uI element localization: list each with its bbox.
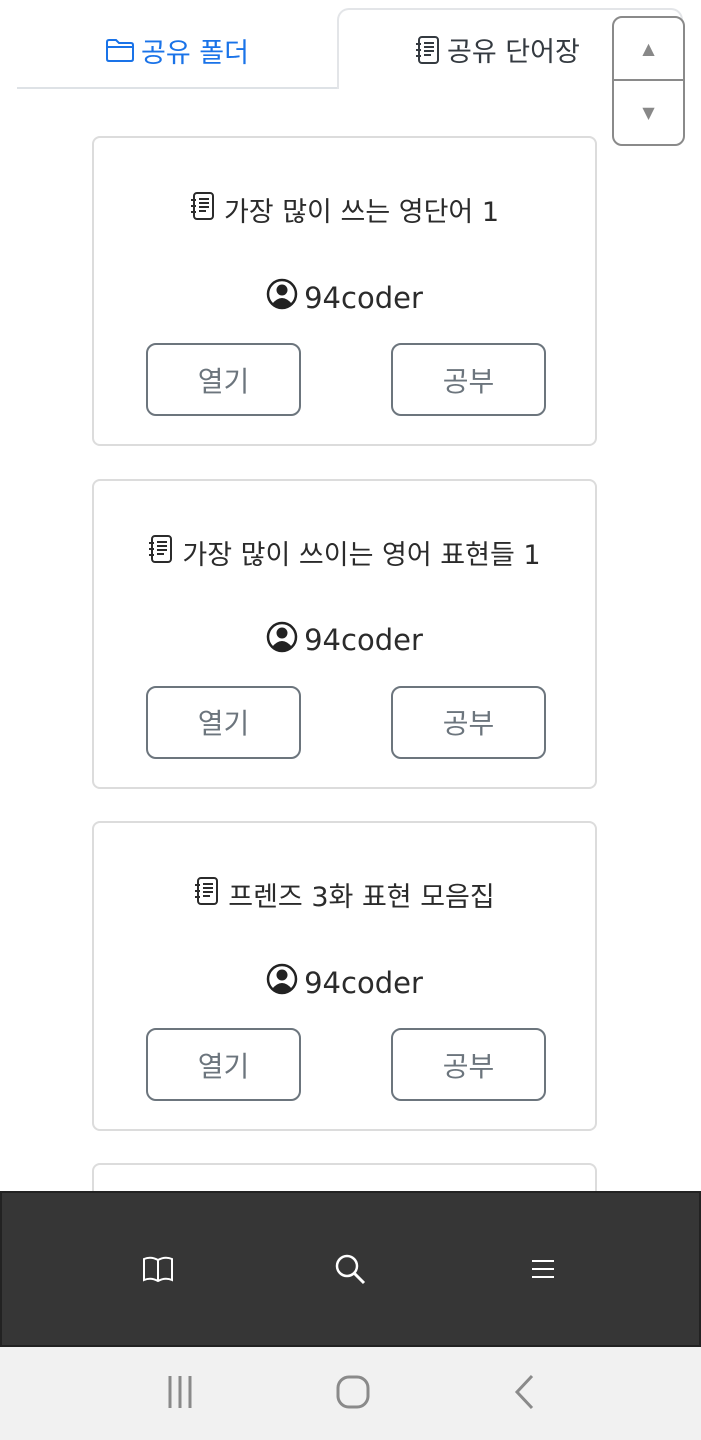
vocab-card: 가장 많이 쓰는 영단어 1 94coder 열기 공부: [92, 136, 597, 446]
card-title: 가장 많이 쓰이는 영어 표현들 1: [182, 539, 541, 571]
notebook-icon: [148, 534, 174, 571]
card-title-row: 가장 많이 쓰는 영단어 1: [94, 190, 595, 229]
book-icon[interactable]: [138, 1255, 178, 1283]
notebook-icon: [190, 191, 216, 228]
tab-label: 공유 단어장: [447, 37, 580, 68]
card-title-row: 프렌즈 3화 표현 모음집: [94, 875, 595, 914]
system-nav: [0, 1347, 701, 1440]
vocab-card: 가장 많이 쓰이는 영어 표현들 1 94coder 열기 공부: [92, 478, 597, 789]
study-button[interactable]: 공부: [391, 685, 546, 759]
card-author-row: 94coder: [94, 278, 595, 317]
card-author-row: 94coder: [94, 963, 595, 1002]
folder-icon: [106, 39, 135, 62]
open-button[interactable]: 열기: [146, 685, 301, 759]
vocab-card: 프렌즈 3화 표현 모음집 94coder 열기 공부: [92, 821, 597, 1131]
card-author-row: 94coder: [94, 621, 595, 660]
tab-label: 공유 폴더: [141, 37, 249, 69]
menu-icon[interactable]: [523, 1258, 563, 1280]
user-icon: [266, 278, 298, 317]
study-button[interactable]: 공부: [391, 1028, 546, 1101]
open-button[interactable]: 열기: [146, 1028, 301, 1101]
card-title: 프렌즈 3화 표현 모음집: [228, 882, 495, 913]
notebook-icon: [194, 876, 220, 913]
back-icon[interactable]: [512, 1373, 536, 1415]
card-title-row: 가장 많이 쓰이는 영어 표현들 1: [94, 533, 595, 572]
scroll-controls: ▲ ▼: [612, 16, 685, 146]
recent-apps-icon[interactable]: [165, 1374, 195, 1414]
notebook-icon: [416, 35, 439, 64]
card-author: 94coder: [304, 965, 423, 1000]
scroll-down-button[interactable]: ▼: [614, 81, 683, 144]
scroll-up-button[interactable]: ▲: [614, 18, 683, 81]
card-author: 94coder: [304, 623, 423, 657]
card-title: 가장 많이 쓰는 영단어 1: [223, 197, 500, 228]
study-button[interactable]: 공부: [391, 343, 546, 416]
search-icon[interactable]: [330, 1252, 370, 1286]
open-button[interactable]: 열기: [146, 343, 301, 416]
user-icon: [266, 963, 298, 1002]
tab-shared-folder[interactable]: 공유 폴더: [17, 12, 337, 88]
user-icon: [266, 621, 298, 660]
bottom-nav: [0, 1191, 701, 1347]
home-icon[interactable]: [335, 1374, 371, 1414]
card-author: 94coder: [304, 280, 423, 315]
